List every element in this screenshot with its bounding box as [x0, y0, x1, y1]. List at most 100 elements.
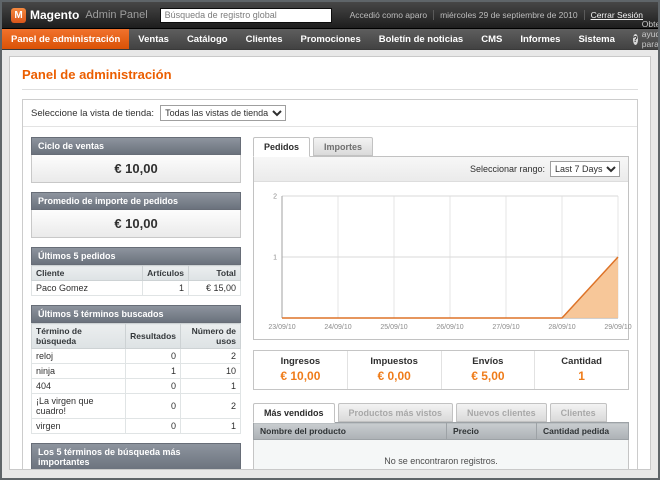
search-term-row[interactable]: virgen 0 1 — [32, 419, 241, 434]
last-orders-title: Últimos 5 pedidos — [31, 247, 241, 265]
nav-reports[interactable]: Informes — [511, 29, 569, 49]
logo-text-magento: Magento — [30, 8, 79, 22]
svg-text:24/09/10: 24/09/10 — [324, 324, 351, 331]
stat-tax: Impuestos € 0,00 — [348, 351, 442, 389]
chart-area: 1223/09/1024/09/1025/09/1026/09/1027/09/… — [254, 182, 628, 339]
cell-results: 1 — [126, 364, 181, 379]
cell-uses: 10 — [181, 364, 241, 379]
range-select[interactable]: Last 7 Days — [550, 161, 620, 177]
last-orders-block: Últimos 5 pedidos Cliente Artículos Tota… — [31, 247, 241, 296]
order-row[interactable]: Paco Gomez 1 € 15,00 — [32, 281, 241, 296]
average-orders-block: Promedio de importe de pedidos € 10,00 — [31, 192, 241, 238]
global-search-input[interactable] — [160, 8, 332, 23]
cell-term[interactable]: reloj — [32, 349, 126, 364]
stat-label: Envíos — [444, 356, 533, 367]
cell-uses: 2 — [181, 349, 241, 364]
col-total: Total — [189, 266, 241, 281]
title-divider — [22, 89, 638, 90]
nav-sales[interactable]: Ventas — [129, 29, 178, 49]
range-label: Seleccionar rango: — [470, 164, 545, 174]
lifetime-sales-title: Ciclo de ventas — [31, 137, 241, 155]
table-header-row: Término de búsqueda Resultados Número de… — [32, 324, 241, 349]
cell-term[interactable]: virgen — [32, 419, 126, 434]
store-view-select[interactable]: Todas las vistas de tienda — [160, 105, 286, 121]
svg-text:2: 2 — [273, 194, 277, 201]
page-help-link[interactable]: ? Obtener ayuda para esta página — [624, 29, 660, 49]
stat-label: Impuestos — [350, 356, 439, 367]
stat-shipping: Envíos € 5,00 — [442, 351, 536, 389]
cell-results: 0 — [126, 349, 181, 364]
empty-row: No se encontraron registros. — [254, 440, 629, 471]
bestsellers-table: Nombre del producto Precio Cantidad pedi… — [253, 422, 629, 470]
col-results: Resultados — [126, 324, 181, 349]
stat-value: € 10,00 — [256, 369, 345, 383]
help-icon: ? — [633, 34, 638, 45]
last-search-terms-table: Término de búsqueda Resultados Número de… — [31, 323, 241, 434]
tab-customers[interactable]: Clientes — [550, 403, 607, 422]
nav-newsletter[interactable]: Boletín de noticias — [370, 29, 472, 49]
user-area: Accedió como aparo miércoles 29 de septi… — [344, 10, 649, 20]
tab-pedidos[interactable]: Pedidos — [253, 137, 310, 157]
tab-new-customers[interactable]: Nuevos clientes — [456, 403, 547, 422]
cell-results: 0 — [126, 394, 181, 419]
cell-uses: 1 — [181, 419, 241, 434]
svg-text:25/09/10: 25/09/10 — [380, 324, 407, 331]
empty-message: No se encontraron registros. — [254, 440, 629, 471]
stat-quantity: Cantidad 1 — [535, 351, 628, 389]
nav-dashboard[interactable]: Panel de administración — [2, 29, 129, 49]
main-navigation: Panel de administración Ventas Catálogo … — [2, 29, 658, 50]
magento-logo-icon: M — [11, 8, 26, 23]
grid-tabs: Más vendidos Productos más vistos Nuevos… — [253, 403, 629, 422]
store-view-switcher: Seleccione la vista de tienda: Todas las… — [23, 100, 637, 127]
average-orders-value: € 10,00 — [31, 210, 241, 238]
last-orders-table: Cliente Artículos Total Paco Gomez 1 — [31, 265, 241, 296]
tab-bestsellers[interactable]: Más vendidos — [253, 403, 335, 423]
cell-items: 1 — [143, 281, 189, 296]
cell-term[interactable]: 404 — [32, 379, 126, 394]
dashboard-right-column: Pedidos Importes Seleccionar rango: Last… — [253, 137, 629, 470]
col-uses: Número de usos — [181, 324, 241, 349]
svg-text:23/09/10: 23/09/10 — [268, 324, 295, 331]
cell-uses: 1 — [181, 379, 241, 394]
tab-importes[interactable]: Importes — [313, 137, 373, 156]
search-term-row[interactable]: 404 0 1 — [32, 379, 241, 394]
cell-term[interactable]: ¡La virgen que cuadro! — [32, 394, 126, 419]
table-header-row: Nombre del producto Precio Cantidad pedi… — [254, 423, 629, 440]
cell-customer: Paco Gomez — [32, 281, 143, 296]
logo-text-admin-panel: Admin Panel — [85, 9, 147, 21]
top-header: M Magento Admin Panel Accedió como aparo… — [2, 2, 658, 29]
col-customer: Cliente — [32, 266, 143, 281]
nav-promotions[interactable]: Promociones — [292, 29, 370, 49]
svg-text:26/09/10: 26/09/10 — [436, 324, 463, 331]
nav-customers[interactable]: Clientes — [237, 29, 292, 49]
stat-value: 1 — [537, 369, 626, 383]
logged-in-as: Accedió como aparo — [344, 10, 434, 20]
cell-total: € 15,00 — [189, 281, 241, 296]
magento-logo[interactable]: M Magento Admin Panel — [11, 8, 148, 23]
svg-text:28/09/10: 28/09/10 — [548, 324, 575, 331]
stat-label: Cantidad — [537, 356, 626, 367]
last-search-terms-title: Últimos 5 términos buscados — [31, 305, 241, 323]
store-view-label: Seleccione la vista de tienda: — [31, 108, 154, 119]
nav-system[interactable]: Sistema — [569, 29, 623, 49]
nav-items: Panel de administración Ventas Catálogo … — [2, 29, 624, 49]
average-orders-title: Promedio de importe de pedidos — [31, 192, 241, 210]
tab-most-viewed[interactable]: Productos más vistos — [338, 403, 454, 422]
global-search-zone — [148, 8, 344, 23]
svg-text:1: 1 — [273, 255, 277, 262]
cell-term[interactable]: ninja — [32, 364, 126, 379]
page-background: Panel de administración Seleccione la vi… — [2, 50, 658, 478]
current-date: miércoles 29 de septiembre de 2010 — [433, 10, 584, 20]
col-term: Término de búsqueda — [32, 324, 126, 349]
nav-catalog[interactable]: Catálogo — [178, 29, 237, 49]
search-term-row[interactable]: reloj 0 2 — [32, 349, 241, 364]
logout-link[interactable]: Cerrar Sesión — [584, 10, 649, 20]
search-term-row[interactable]: ¡La virgen que cuadro! 0 2 — [32, 394, 241, 419]
search-term-row[interactable]: ninja 1 10 — [32, 364, 241, 379]
nav-cms[interactable]: CMS — [472, 29, 511, 49]
svg-text:29/09/10: 29/09/10 — [604, 324, 631, 331]
lifetime-sales-block: Ciclo de ventas € 10,00 — [31, 137, 241, 183]
dashboard-columns: Ciclo de ventas € 10,00 Promedio de impo… — [23, 127, 637, 470]
stat-value: € 5,00 — [444, 369, 533, 383]
dashboard-left-column: Ciclo de ventas € 10,00 Promedio de impo… — [31, 137, 241, 470]
